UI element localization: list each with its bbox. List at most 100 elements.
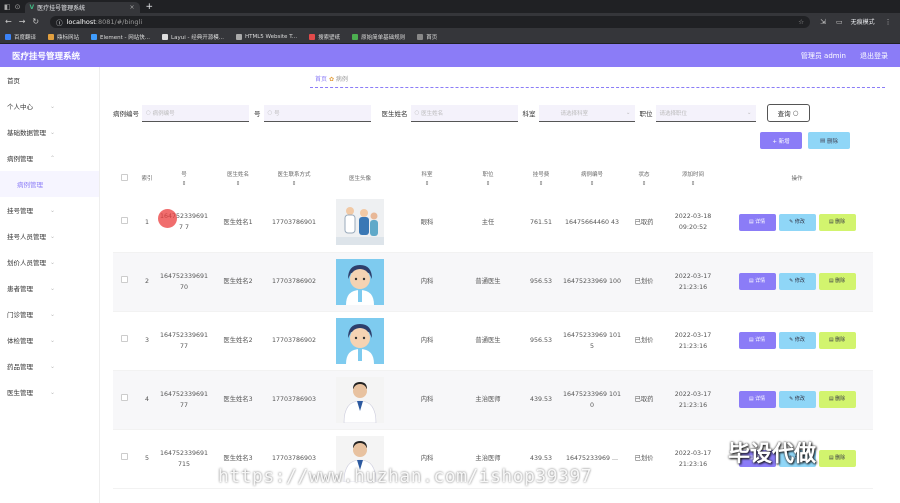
logout-link[interactable]: 退出登录 [860,51,888,61]
row-checkbox[interactable] [113,429,135,489]
bookmark-label: 百度翻译 [14,34,37,41]
bookmark-item[interactable]: Element - 网站快... [91,33,150,41]
sidebar-item-pricing-staff[interactable]: 划价人员管理 ⌄ [0,249,99,275]
bookmark-item[interactable]: 搜索壁纸 [309,33,340,41]
bookmark-item[interactable]: 百度翻译 [5,33,36,41]
delete-label: 删除 [835,455,846,461]
sidebar: 首页 个人中心 ⌄ 基础数据管理 ⌄ 病例管理 ⌃ 病例管理 挂号管理 ⌄ 挂号人员管理… [0,67,100,503]
sidebar-item-home[interactable]: 首页 [0,67,99,93]
cell-index: 3 [135,311,159,371]
chevron-down-icon: ⌄ [49,336,55,344]
window-menu-icon[interactable]: ◧ [4,3,11,11]
new-tab-icon[interactable]: + [146,2,154,12]
detail-button[interactable]: ▤ 详情 [738,273,776,290]
edit-button[interactable]: ✎ 修改 [778,391,816,408]
col-header-label: 号 [181,171,187,178]
table-row: 4 164752339691 77 医生姓名3 17703786903 内科 主… [113,370,873,430]
dept-label: 科室 [522,110,536,118]
sort-icon: ⇕ [291,180,297,187]
edit-button[interactable]: ✎ 修改 [778,213,816,231]
cell-doctor: 医生姓名2 [209,311,267,371]
col-header-label: 科室 [421,171,433,178]
close-tab-icon[interactable]: × [129,4,134,11]
sidebar-item-registration[interactable]: 挂号管理 ⌄ [0,197,99,223]
sidebar-item-checkup[interactable]: 体检管理 ⌄ [0,327,99,353]
no-input[interactable]: ○ 号 [263,104,371,122]
sidebar-item-doctors[interactable]: 医生管理 ⌄ [0,379,99,405]
cell-no: 164752339691 70 [159,252,209,312]
delete-button[interactable]: ▤ 删除 [818,391,856,408]
delete-label: 删除 [835,218,846,225]
incognito-account[interactable]: 无痕模式 [851,17,875,26]
delete-button[interactable]: ▤ 删除 [818,332,856,349]
col-header-label: 挂号费 [532,171,550,178]
row-checkbox[interactable] [113,370,135,430]
sidepanel-icon[interactable]: ▭ [836,18,843,26]
col-header-label: 职位 [482,171,494,178]
sidebar-item-profile[interactable]: 个人中心 ⌄ [0,93,99,119]
row-checkbox[interactable] [113,193,135,253]
delete-button[interactable]: ▤ 删除 [818,213,856,231]
bookmark-item[interactable]: Layui - 经典开源模... [162,33,224,41]
row-checkbox[interactable] [113,252,135,312]
sidebar-item-cases[interactable]: 病例管理 ⌃ [0,145,99,171]
case-no-input[interactable]: ○ 病例编号 [142,104,249,122]
cell-status: 已划价 [623,311,665,371]
select-all-checkbox[interactable] [113,166,135,193]
dept-select[interactable]: 请选择科室 ⌄ [538,104,635,122]
row-checkbox[interactable] [113,311,135,371]
delete-button[interactable]: ▤ 删除 [818,450,856,467]
edit-button[interactable]: ✎ 修改 [778,332,816,349]
menu-dots-icon[interactable]: ⋮ [885,18,892,26]
sidebar-item-outpatient[interactable]: 门诊管理 ⌄ [0,301,99,327]
chevron-down-icon: ⌄ [625,109,631,116]
title-select[interactable]: 请选择职位 ⌄ [655,104,756,122]
sort-icon: ⇕ [538,180,544,187]
col-header: 操作 [791,176,803,182]
cell-fee: 956.53 [521,311,561,371]
bookmark-item[interactable]: HTML5 Website T... [235,33,297,40]
chevron-down-icon: ⌄ [746,109,752,116]
col-header[interactable]: 添加时间 ⇕ [665,166,721,193]
query-button[interactable]: 查询 ○ [766,104,810,122]
sidebar-item-drugs[interactable]: 药品管理 ⌄ [0,353,99,379]
col-header[interactable]: 病例编号 ⇕ [561,166,623,193]
doctor-name-input[interactable]: ○ 医生姓名 [410,104,518,122]
sidebar-item-patients[interactable]: 患者管理 ⌄ [0,275,99,301]
sidebar-item-registrar[interactable]: 挂号人员管理 ⌄ [0,223,99,249]
url-field[interactable]: ⓘ localhost:8081/#/bingli ☆ [50,15,811,28]
col-header[interactable]: 号 ⇕ [159,166,209,193]
detail-button[interactable]: ▤ 详情 [738,391,776,408]
back-icon[interactable]: ← [5,17,12,26]
bookmark-item[interactable]: 原始简单基础规则 [352,33,405,41]
cell-time: 2022-03-17 21:23:16 [665,370,721,430]
col-header[interactable]: 科室 ⇕ [399,166,455,193]
detail-button[interactable]: ▤ 详情 [738,213,776,231]
col-header[interactable]: 医生姓名 ⇕ [209,166,267,193]
cast-icon[interactable]: ⇲ [820,18,826,26]
bookmark-star-icon[interactable]: ☆ [798,18,804,26]
delete-button[interactable]: ▤ 删除 [818,273,856,290]
sidebar-subitem-cases[interactable]: 病例管理 [0,171,99,197]
col-header[interactable]: 职位 ⇕ [455,166,521,193]
col-header[interactable]: 挂号费 ⇕ [521,166,561,193]
reload-icon[interactable]: ↻ [32,17,39,26]
bookmark-item[interactable]: 首页 [417,33,437,41]
breadcrumb-home[interactable]: 首页 [315,76,327,83]
batch-delete-button[interactable]: ▤ 删除 [808,132,850,149]
col-header[interactable]: 状态 ⇕ [623,166,665,193]
chevron-down-icon: ⌄ [49,206,55,214]
browser-tab[interactable]: V 医疗挂号管理系统 × [24,2,140,13]
edit-button[interactable]: ✎ 修改 [778,273,816,290]
url-path: :8081/#/bingli [95,17,143,26]
col-header[interactable]: 医生联系方式 ⇕ [267,166,321,193]
filter-bar: 病例编号 ○ 病例编号 号 ○ 号 医生姓名 ○ 医生姓名 科室 请选择科室 ⌄ … [113,103,873,123]
forward-icon[interactable]: → [19,17,26,26]
sidebar-item-base-data[interactable]: 基础数据管理 ⌄ [0,119,99,145]
add-button[interactable]: + 新增 [760,132,802,149]
detail-button[interactable]: ▤ 详情 [738,332,776,349]
bookmark-item[interactable]: 鼎标网站 [48,33,79,41]
sort-icon: ⇕ [690,180,696,187]
tab-search-icon[interactable]: ⊙ [15,3,21,11]
edit-label: 修改 [794,218,805,225]
